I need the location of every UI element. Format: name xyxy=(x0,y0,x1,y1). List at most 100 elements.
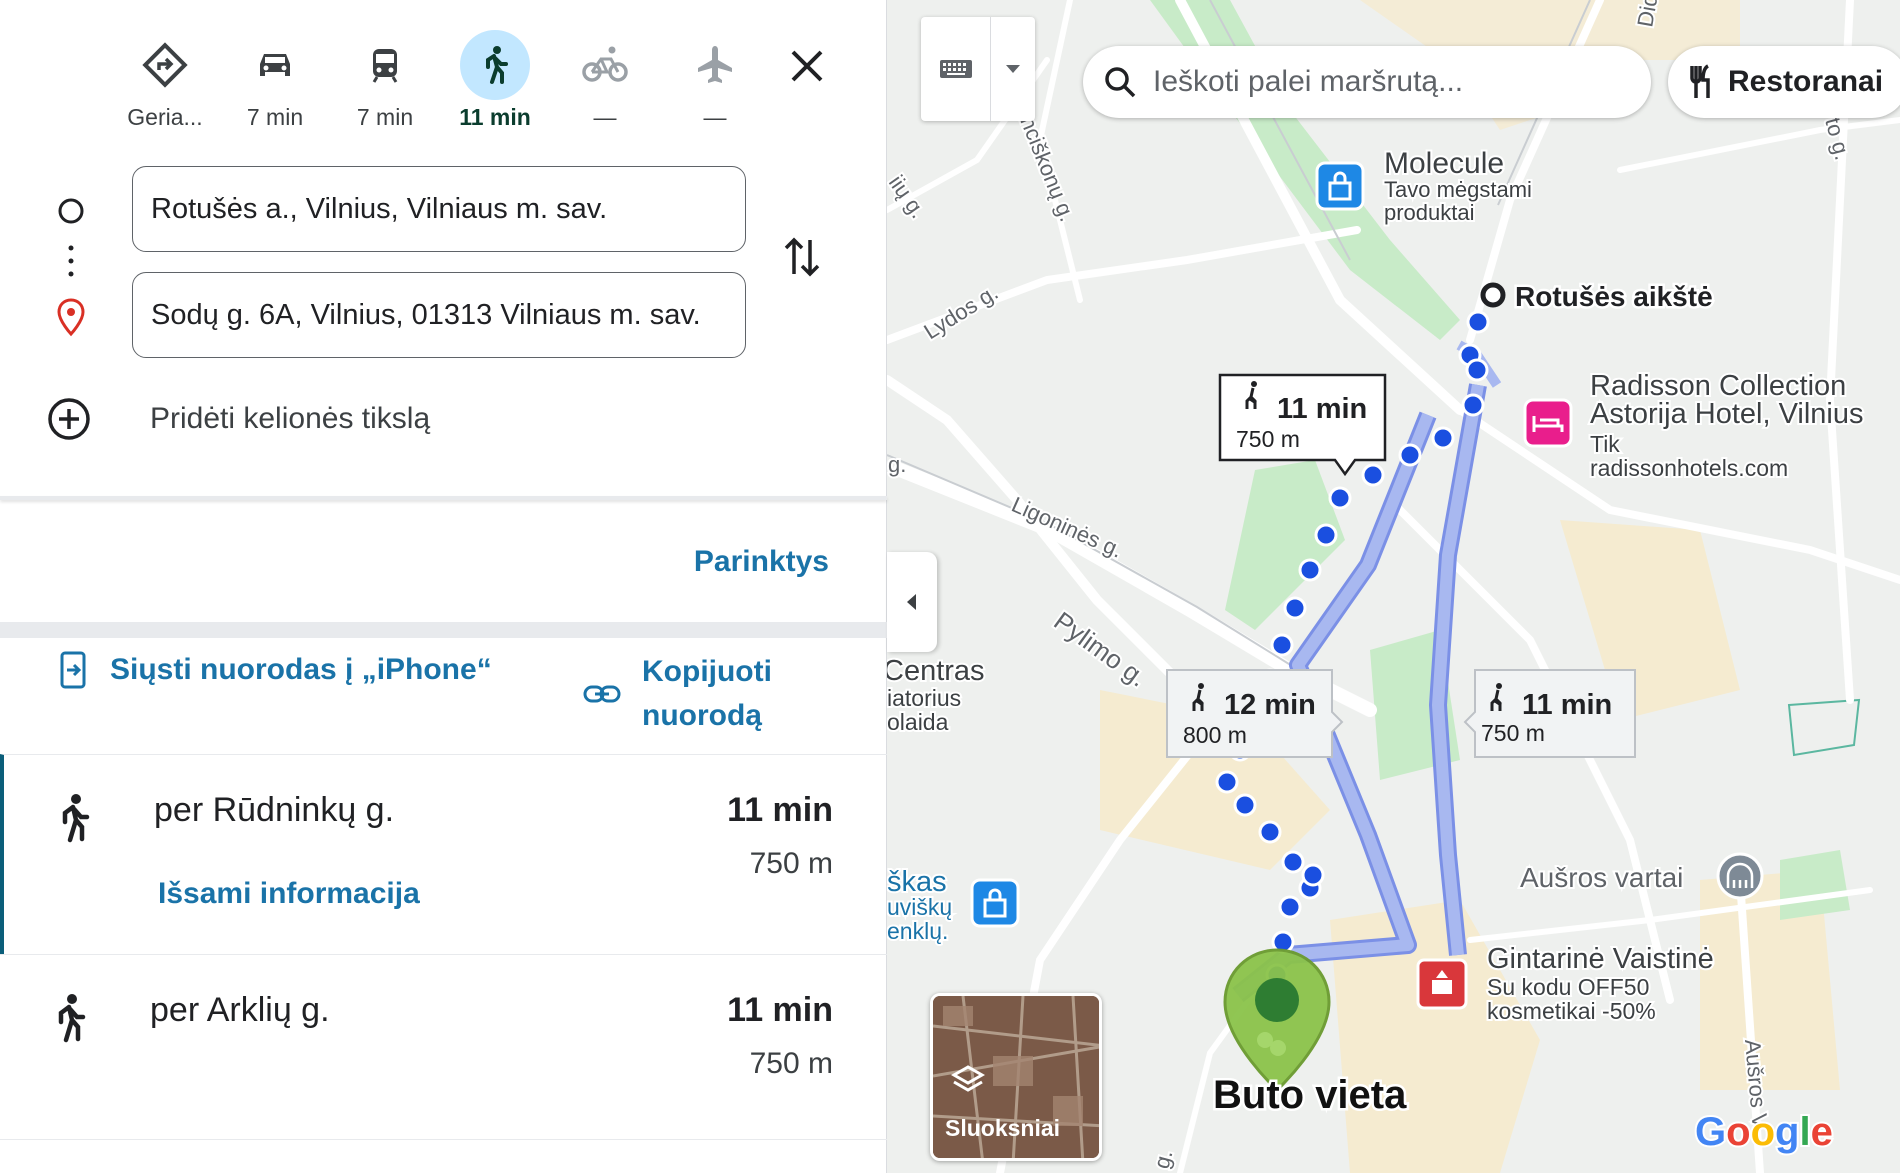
close-icon[interactable] xyxy=(785,44,829,88)
mode-walk-label: 11 min xyxy=(459,104,531,130)
add-destination-button[interactable]: Pridėti kelionės tikslą xyxy=(46,396,430,442)
route-option[interactable]: per Rūdninkų g. 11 min 750 m Išsami info… xyxy=(0,754,887,954)
directions-panel: Geria... 7 min 7 min 11 min — — Rotušės … xyxy=(0,0,887,1173)
collapse-panel-button[interactable] xyxy=(887,552,937,652)
callout-distance: 800 m xyxy=(1183,722,1247,748)
keyboard-icon[interactable] xyxy=(921,17,991,121)
street-label: nciškonų g. xyxy=(1015,113,1080,226)
route-dot xyxy=(1461,393,1485,417)
route-callout[interactable]: 11 min 750 m xyxy=(1218,373,1387,477)
hotel-icon[interactable] xyxy=(1523,398,1573,448)
layers-icon xyxy=(951,1065,985,1092)
poi-name[interactable]: Centras xyxy=(887,653,987,689)
route-dot xyxy=(1361,463,1385,487)
car-icon xyxy=(240,30,310,100)
route-callout[interactable]: 12 min 800 m xyxy=(1166,669,1344,758)
send-to-phone-icon xyxy=(60,651,86,689)
route-dot xyxy=(1398,443,1422,467)
divider xyxy=(0,1139,887,1140)
route-name: per Arklių g. xyxy=(150,991,330,1029)
poi-subtitle: Tik xyxy=(1590,431,1620,457)
bicycle-icon xyxy=(570,30,640,100)
poi-name[interactable]: Gintarinė Vaistinė xyxy=(1485,941,1716,977)
swap-icon[interactable] xyxy=(782,232,822,287)
mode-car-label: 7 min xyxy=(246,104,304,130)
poi-name[interactable]: Molecule xyxy=(1382,145,1506,182)
landmark-icon[interactable] xyxy=(1716,852,1764,900)
origin-input[interactable]: Rotušės a., Vilnius, Vilniaus m. sav. xyxy=(132,166,746,252)
layers-button[interactable]: Sluoksniai xyxy=(930,993,1102,1161)
poi-subtitle: olaida xyxy=(887,709,949,735)
route-dot xyxy=(1314,523,1338,547)
chevron-down-icon[interactable] xyxy=(991,17,1035,121)
route-dot xyxy=(1215,770,1239,794)
input-tools-control xyxy=(921,17,1035,121)
route-dot xyxy=(1431,426,1455,450)
origin-label: Rotušės aikštė xyxy=(1515,281,1713,312)
park-outline xyxy=(1787,698,1861,757)
mode-transit-label: 7 min xyxy=(356,104,414,130)
street-label: iių g. xyxy=(887,171,931,223)
mode-best-button[interactable]: Geria... xyxy=(110,30,220,140)
route-dot xyxy=(1298,558,1322,582)
link-icon xyxy=(583,685,621,703)
walk-icon xyxy=(460,30,530,100)
poi-subtitle: uviškų xyxy=(887,894,952,920)
callout-distance: 750 m xyxy=(1481,720,1545,746)
street-label: to g. xyxy=(1820,115,1855,163)
park-area xyxy=(1780,850,1850,920)
callout-distance: 750 m xyxy=(1236,426,1300,452)
route-name: per Rūdninkų g. xyxy=(154,791,395,829)
route-dot xyxy=(1465,358,1489,382)
mode-flight-button[interactable]: — xyxy=(660,30,770,140)
mode-bicycle-label: — xyxy=(593,104,617,130)
origin-circle-icon xyxy=(57,197,85,230)
search-along-route-input[interactable]: Ieškoti palei maršrutą... xyxy=(1083,46,1651,118)
destination-input[interactable]: Sodų g. 6A, Vilnius, 01313 Vilniaus m. s… xyxy=(132,272,746,358)
callout-time: 12 min xyxy=(1224,689,1316,721)
route-dot xyxy=(1283,596,1307,620)
google-logo: Google xyxy=(1695,1110,1833,1154)
mode-car-button[interactable]: 7 min xyxy=(220,30,330,140)
street-label: Lydos g. xyxy=(919,279,1002,344)
shopping-bag-icon[interactable] xyxy=(970,878,1020,928)
copy-link-button[interactable]: Kopijuoti nuorodą xyxy=(582,650,772,738)
street-label: Pylimo g. xyxy=(1048,606,1152,693)
restaurants-label: Restoranai xyxy=(1728,65,1884,98)
route-dot xyxy=(1258,820,1282,844)
options-button[interactable]: Parinktys xyxy=(694,545,829,579)
divider xyxy=(0,622,887,638)
street-label: g. xyxy=(888,452,906,477)
poi-subtitle: Tavo mėgstami xyxy=(1384,177,1532,202)
route-callout[interactable]: 11 min 750 m xyxy=(1463,669,1636,758)
shopping-bag-icon[interactable] xyxy=(1315,161,1365,211)
route-dot xyxy=(1270,633,1294,657)
mode-bicycle-button[interactable]: — xyxy=(550,30,660,140)
route-dot xyxy=(1466,310,1490,334)
mode-walk-button[interactable]: 11 min xyxy=(440,30,550,140)
mode-flight-label: — xyxy=(703,104,727,130)
mode-best-label: Geria... xyxy=(127,104,203,130)
route-details-link[interactable]: Išsami informacija xyxy=(158,877,420,911)
poi-name[interactable]: Astorija Hotel, Vilnius xyxy=(1588,396,1865,432)
route-dot xyxy=(1278,895,1302,919)
poi-subtitle: produktai xyxy=(1384,200,1475,225)
route-option[interactable]: per Arklių g. 11 min 750 m xyxy=(0,954,887,1139)
best-route-icon xyxy=(130,30,200,100)
add-destination-label: Pridėti kelionės tikslą xyxy=(150,402,431,435)
chevron-left-icon xyxy=(907,594,916,610)
poi-subtitle: Su kodu OFF50 xyxy=(1487,974,1649,1000)
route-dot xyxy=(1301,863,1325,887)
route-distance: 750 m xyxy=(749,847,833,880)
poi-name[interactable]: Aušros vartai xyxy=(1518,860,1685,895)
mode-transit-button[interactable]: 7 min xyxy=(330,30,440,140)
send-to-phone-button[interactable]: Siųsti nuorodas į „iPhone“ xyxy=(56,650,492,690)
plus-circle-icon xyxy=(48,398,90,440)
route-time: 11 min xyxy=(727,991,833,1029)
restaurants-chip[interactable]: Restoranai xyxy=(1668,46,1900,118)
destination-marker[interactable] xyxy=(1223,948,1331,1093)
copy-link-label-line1: Kopijuoti xyxy=(642,655,772,688)
walk-icon xyxy=(62,794,90,843)
route-dot xyxy=(1328,486,1352,510)
restaurant-icon xyxy=(1690,64,1710,98)
